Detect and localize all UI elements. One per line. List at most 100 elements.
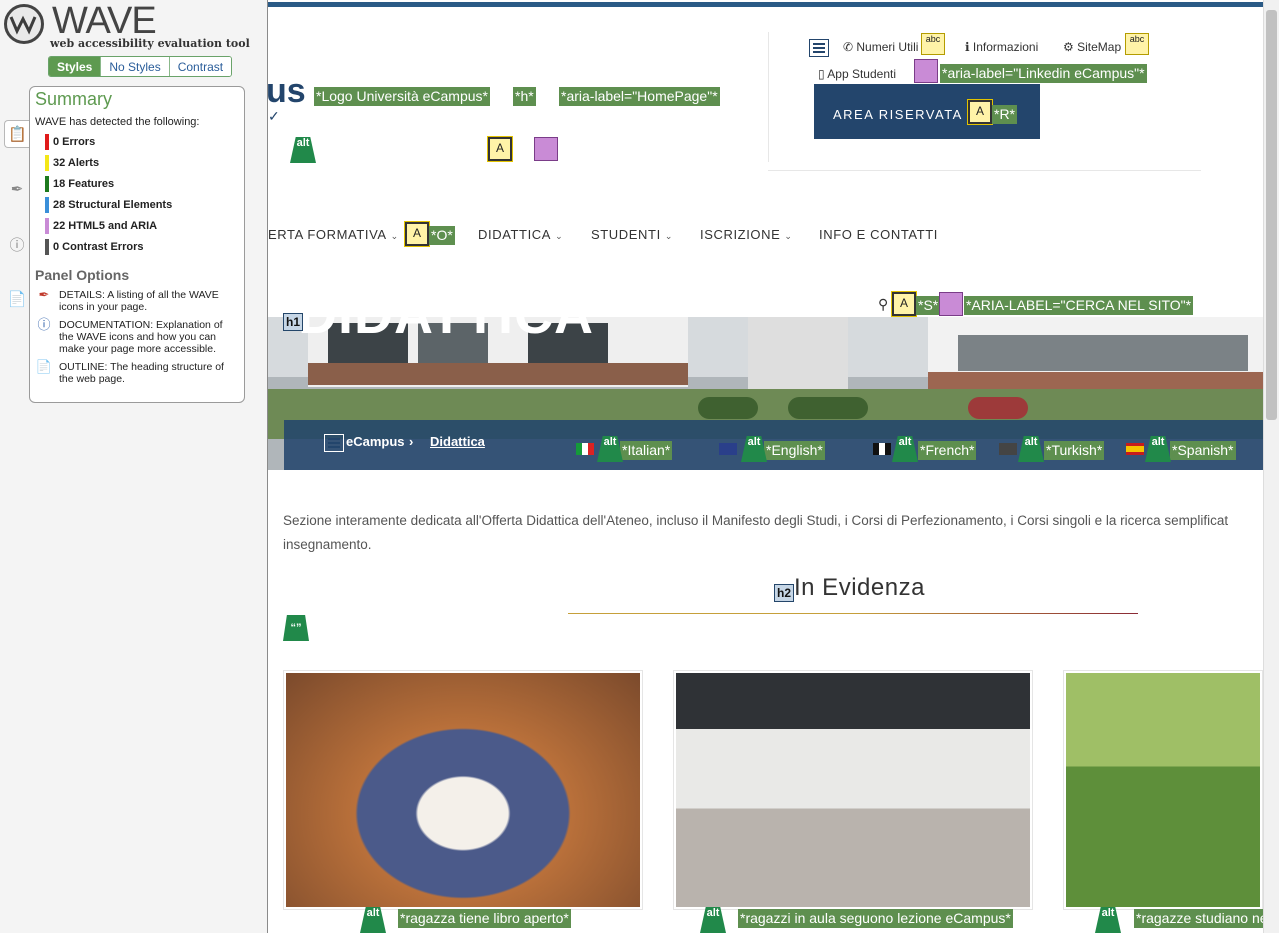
hero-banner: DIDATTICA eCampus › Didattica *Italian* … [268,317,1263,470]
wave-label-search: *ARIA-LABEL="CERCA NEL SITO"* [964,296,1194,315]
wave-label-logo: *Logo Università eCampus* [314,87,490,106]
documentation-option[interactable]: ⓘ DOCUMENTATION: Explanation of the WAVE … [35,317,239,355]
alerts-count[interactable]: 32 Alerts [45,152,239,173]
lang-turkish[interactable]: *Turkish* [1044,441,1105,460]
alt-icon[interactable]: alt [700,907,726,933]
site-logo[interactable]: us [268,72,306,111]
alt-icon[interactable]: alt [1095,907,1121,933]
wave-brand: WAVE [52,0,157,42]
caption-book: *ragazza tiene libro aperto* [398,909,571,928]
section-divider [568,613,1138,614]
alt-icon[interactable]: alt [290,137,316,163]
contrast-button[interactable]: Contrast [168,57,232,76]
chevron-down-icon: ⌄ [390,231,399,241]
breadcrumb-current[interactable]: Didattica [430,434,485,449]
summary-panel: Summary WAVE has detected the following:… [29,86,245,403]
sitemap-link[interactable]: ⚙ SiteMap [1063,40,1121,54]
documentation-icon: ⓘ [37,317,51,332]
wave-sidebar: WAVE web accessibility evaluation tool S… [0,0,268,933]
card-image [676,673,1030,907]
breadcrumb-home[interactable]: eCampus [346,434,405,449]
chevron-down-icon: ⌄ [555,231,564,241]
page-title: DIDATTICA [298,317,594,346]
aria-tag-icon[interactable] [534,137,558,161]
site-logo-mark: ✓ [268,108,280,124]
lang-french[interactable]: *French* [918,441,977,460]
lang-spanish[interactable]: *Spanish* [1170,441,1236,460]
h2-icon[interactable]: h2 [774,584,795,602]
nav-studenti[interactable]: STUDENTI ⌄ [591,227,673,242]
documentation-tab-icon[interactable]: ⓘ [4,230,30,258]
menu-list-icon[interactable] [809,39,829,57]
errors-count[interactable]: 0 Errors [45,131,239,152]
alert-icon[interactable]: A [967,99,993,125]
caption-students: *ragazze studiano ne [1134,909,1270,928]
app-studenti-link[interactable]: ▯ App Studenti [818,67,896,81]
aria-tag-icon[interactable] [939,292,963,316]
nav-iscrizione[interactable]: ISCRIZIONE ⌄ [700,227,793,242]
outline-icon: 📄 [35,359,53,374]
breadcrumb: eCampus › Didattica *Italian* *English* … [284,420,1263,470]
italian-flag-icon[interactable] [576,443,594,455]
features-count[interactable]: 18 Features [45,173,239,194]
no-styles-button[interactable]: No Styles [100,57,169,76]
card-image [1066,673,1260,907]
contrast-count[interactable]: 0 Contrast Errors [45,236,239,257]
numeri-utili-link[interactable]: ✆ Numeri Utili [843,40,918,54]
chevron-down-icon: ⌄ [664,231,673,241]
alert-icon[interactable]: A [891,291,917,317]
header-divider [768,32,769,162]
informazioni-link[interactable]: ℹ Informazioni [965,40,1038,54]
lang-english[interactable]: *English* [764,441,825,460]
wave-label-o: *O* [429,226,455,245]
turkish-flag-icon[interactable] [999,443,1017,455]
card-classroom[interactable] [673,670,1033,910]
alert-icon[interactable]: A [487,136,513,162]
wave-tagline: web accessibility evaluation tool [50,37,250,50]
card-image [286,673,640,907]
nav-offerta-formativa[interactable]: ERTA FORMATIVA ⌄ [268,227,399,242]
panel-options-title: Panel Options [35,267,130,283]
header-rule [768,170,1201,171]
lang-italian[interactable]: *Italian* [620,441,673,460]
abc-alert-icon[interactable]: abc [1125,33,1149,55]
english-flag-icon[interactable] [719,443,737,455]
detected-text: WAVE has detected the following: [35,116,200,128]
card-book[interactable] [283,670,643,910]
structural-count[interactable]: 28 Structural Elements [45,194,239,215]
details-option[interactable]: ✒ DETAILS: A listing of all the WAVE icon… [35,287,239,313]
abc-alert-icon[interactable]: abc [921,33,945,55]
card-students[interactable] [1063,670,1263,910]
quote-icon[interactable]: “” [283,615,309,641]
section-title: In Evidenza [794,574,925,601]
wave-label-s: *S* [916,296,941,315]
wave-label-homepage: *aria-label="HomePage"* [559,87,720,106]
top-accent-bar [268,2,1268,7]
scrollbar-thumb[interactable] [1266,10,1277,420]
summary-tab-icon[interactable]: 📋 [4,120,30,148]
wave-label-h: *h* [513,87,536,106]
aria-count[interactable]: 22 HTML5 and ARIA [45,215,239,236]
outline-option[interactable]: 📄 OUTLINE: The heading structure of the w… [35,359,239,385]
alt-icon[interactable]: alt [360,907,386,933]
french-flag-icon[interactable] [873,443,891,455]
view-mode-toggle: Styles No Styles Contrast [48,56,233,77]
chevron-down-icon: ⌄ [784,231,793,241]
breadcrumb-list-icon [324,434,344,452]
nav-info-contatti[interactable]: INFO E CONTATTI [819,227,938,242]
spanish-flag-icon[interactable] [1126,443,1144,455]
h1-icon[interactable]: h1 [283,313,304,331]
details-icon: ✒ [38,287,50,302]
styles-button[interactable]: Styles [49,57,101,76]
outline-tab-icon[interactable]: 📄 [4,285,30,313]
alert-icon[interactable]: A [404,221,430,247]
aria-tag-icon[interactable] [914,59,938,83]
vertical-scrollbar[interactable] [1263,0,1279,933]
search-icon[interactable]: ⚲ [878,296,888,313]
wave-logo-icon [4,4,44,44]
nav-didattica[interactable]: DIDATTICA ⌄ [478,227,563,242]
details-tab-icon[interactable]: ✒ [4,175,30,203]
summary-title: Summary [35,89,113,109]
wave-label-r: *R* [992,105,1018,124]
caption-classroom: *ragazzi in aula seguono lezione eCampus… [738,909,1013,928]
